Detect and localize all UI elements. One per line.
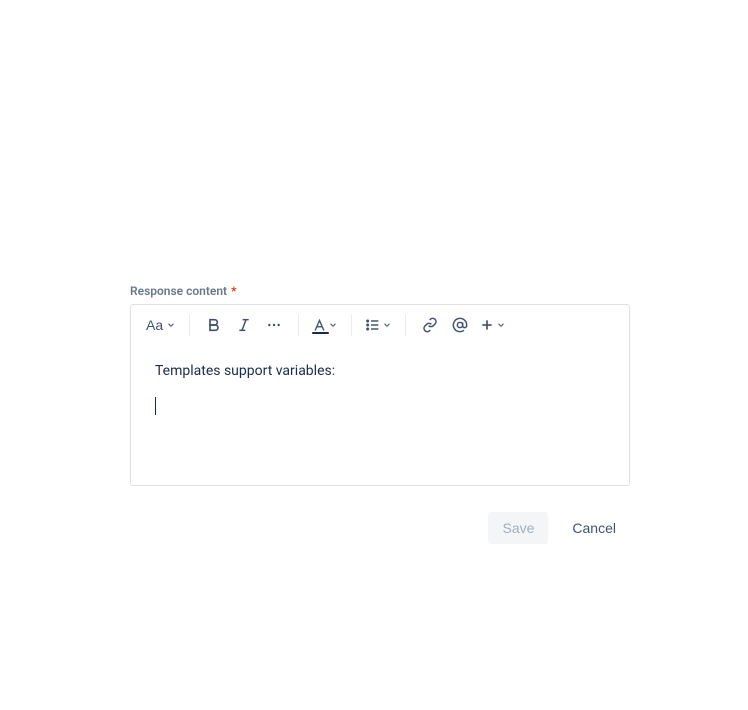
list-icon bbox=[365, 317, 381, 333]
text-color-dropdown[interactable] bbox=[309, 311, 341, 339]
mention-button[interactable] bbox=[446, 311, 474, 339]
chevron-down-icon bbox=[166, 320, 176, 330]
editor-text-line: Templates support variables: bbox=[155, 361, 605, 382]
field-label: Response content bbox=[130, 284, 227, 298]
text-style-label: Aa bbox=[146, 317, 163, 333]
toolbar-group-lists bbox=[362, 311, 395, 339]
bold-icon bbox=[206, 317, 222, 333]
toolbar-divider bbox=[405, 314, 406, 336]
rich-text-editor: Aa bbox=[130, 304, 630, 486]
form-actions: Save Cancel bbox=[130, 512, 630, 544]
text-cursor bbox=[155, 397, 156, 415]
italic-icon bbox=[236, 317, 252, 333]
editor-toolbar: Aa bbox=[131, 305, 629, 345]
chevron-down-icon bbox=[496, 320, 506, 330]
toolbar-divider bbox=[298, 314, 299, 336]
required-asterisk: * bbox=[231, 284, 236, 298]
text-color-icon bbox=[312, 318, 327, 333]
toolbar-group-insert bbox=[416, 311, 509, 339]
italic-button[interactable] bbox=[230, 311, 258, 339]
toolbar-group-text-style: Aa bbox=[143, 311, 179, 339]
more-formatting-button[interactable] bbox=[260, 311, 288, 339]
toolbar-group-format bbox=[200, 311, 288, 339]
form-section: Response content * Aa bbox=[130, 284, 630, 544]
editor-content-area[interactable]: Templates support variables: bbox=[131, 345, 629, 485]
editor-cursor-line bbox=[155, 396, 605, 416]
toolbar-group-color bbox=[309, 311, 341, 339]
bold-button[interactable] bbox=[200, 311, 228, 339]
link-icon bbox=[422, 317, 438, 333]
color-swatch bbox=[312, 332, 329, 335]
more-horizontal-icon bbox=[266, 317, 282, 333]
field-label-row: Response content * bbox=[130, 284, 630, 298]
cancel-button[interactable]: Cancel bbox=[558, 512, 630, 544]
chevron-down-icon bbox=[382, 320, 392, 330]
save-button[interactable]: Save bbox=[488, 512, 548, 544]
insert-dropdown[interactable] bbox=[476, 311, 509, 339]
toolbar-divider bbox=[189, 314, 190, 336]
at-sign-icon bbox=[452, 317, 468, 333]
text-style-dropdown[interactable]: Aa bbox=[143, 311, 179, 339]
chevron-down-icon bbox=[328, 320, 338, 330]
toolbar-divider bbox=[351, 314, 352, 336]
link-button[interactable] bbox=[416, 311, 444, 339]
plus-icon bbox=[479, 317, 495, 333]
list-dropdown[interactable] bbox=[362, 311, 395, 339]
